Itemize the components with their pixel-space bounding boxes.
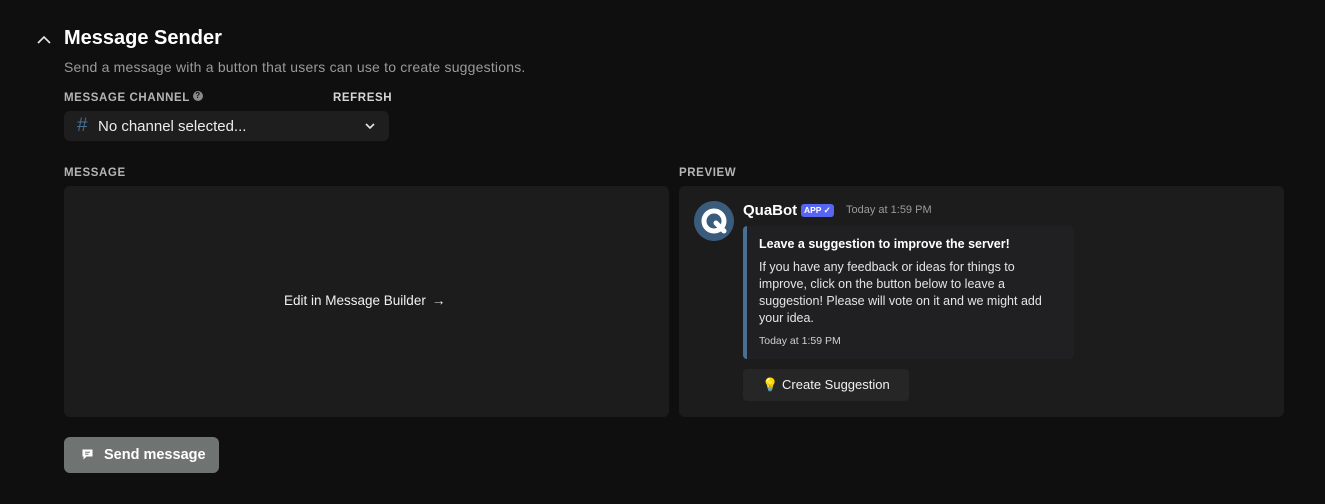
chat-icon	[82, 449, 93, 460]
refresh-button[interactable]: REFRESH	[333, 92, 392, 104]
app-badge: APP ✓	[801, 204, 834, 217]
embed-title: Leave a suggestion to improve the server…	[759, 237, 1010, 251]
message-channel-label-text: MESSAGE CHANNEL	[64, 92, 190, 104]
message-timestamp: Today at 1:59 PM	[846, 204, 932, 216]
bot-name: QuaBot	[743, 202, 798, 219]
section-subtitle: Send a message with a button that users …	[64, 59, 526, 75]
embed: Leave a suggestion to improve the server…	[743, 226, 1074, 359]
message-panel: Edit in Message Builder →	[64, 186, 669, 417]
preview-panel: QuaBot APP ✓ Today at 1:59 PM Leave a su…	[679, 186, 1284, 417]
embed-description: If you have any feedback or ideas for th…	[759, 260, 1042, 325]
arrow-right-icon: →	[431, 293, 446, 308]
chevron-up-icon[interactable]	[35, 31, 53, 49]
message-channel-label: MESSAGE CHANNEL?	[64, 91, 203, 104]
preview-label: PREVIEW	[679, 167, 737, 179]
message-label: MESSAGE	[64, 167, 126, 179]
chevron-down-icon	[365, 123, 375, 130]
send-message-button[interactable]: Send message	[64, 437, 219, 473]
send-message-label: Send message	[104, 447, 206, 463]
create-suggestion-button[interactable]: 💡 Create Suggestion	[743, 369, 909, 401]
edit-in-message-builder-link[interactable]: Edit in Message Builder →	[284, 293, 445, 308]
edit-link-label: Edit in Message Builder	[284, 293, 426, 308]
channel-select-value: No channel selected...	[98, 118, 247, 135]
hash-icon: #	[77, 115, 88, 136]
embed-footer: Today at 1:59 PM	[759, 335, 841, 347]
avatar	[694, 201, 734, 241]
section-title: Message Sender	[64, 27, 222, 49]
help-icon[interactable]: ?	[192, 91, 203, 101]
channel-select[interactable]: # No channel selected...	[64, 111, 389, 141]
